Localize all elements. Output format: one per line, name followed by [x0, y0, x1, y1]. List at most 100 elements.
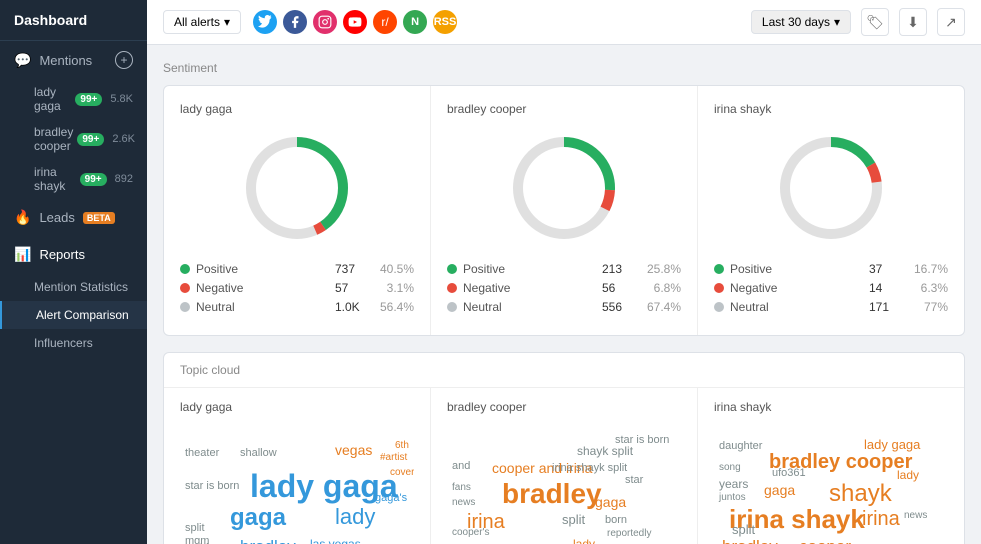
stat-row-negative: Negative 56 6.8% [447, 281, 681, 295]
stat-row-neutral: Neutral 1.0K 56.4% [180, 300, 414, 314]
positive-pct: 25.8% [643, 262, 681, 276]
reddit-filter-icon[interactable]: r/ [373, 10, 397, 34]
stat-row-neutral: Neutral 171 77% [714, 300, 948, 314]
word-gaga: gaga [595, 494, 626, 511]
facebook-filter-icon[interactable] [283, 10, 307, 34]
stat-row-negative: Negative 14 6.3% [714, 281, 948, 295]
word-theater: theater [185, 447, 219, 460]
sidebar-sub-influencers[interactable]: Influencers [0, 329, 147, 357]
word-bradley: bradley [722, 537, 778, 544]
sidebar-item-reports[interactable]: 📊 Reports [0, 236, 147, 273]
positive-pct: 16.7% [910, 262, 948, 276]
twitter-filter-icon[interactable] [253, 10, 277, 34]
word-split: split [185, 522, 205, 535]
word-juntos: juntos [719, 492, 746, 504]
chevron-down-icon: ▾ [224, 15, 230, 29]
word-cloud-bradley-cooper: bradley cooper irina cooper and irina ir… [447, 422, 681, 544]
word-star-is-born: star is born [185, 480, 239, 493]
topic-card-lady-gaga: lady gaga lady gaga gaga lady bradley co… [164, 388, 431, 544]
mention-name: bradley cooper [34, 125, 73, 153]
word-star-is-born: star is born [615, 434, 669, 447]
word-shayk: shayk [829, 480, 892, 509]
topic-card-irina-shayk: irina shayk irina shayk bradley cooper s… [698, 388, 964, 544]
add-mention-button[interactable]: + [115, 51, 133, 69]
word-bradley: bradley [240, 537, 296, 544]
word-gagas: gaga's [375, 492, 407, 505]
sidebar-sub-alert-comparison[interactable]: Alert Comparison [0, 301, 147, 329]
neutral-pct: 56.4% [376, 300, 414, 314]
negative-dot [714, 283, 724, 293]
negative-value: 57 [335, 281, 370, 295]
report-sub-items: Mention Statistics Alert Comparison Infl… [0, 273, 147, 357]
mention-name: irina shayk [34, 165, 76, 193]
donut-chart-irina-shayk [714, 128, 948, 248]
positive-dot [714, 264, 724, 274]
news-filter-icon[interactable]: N [403, 10, 427, 34]
tag-button[interactable]: 🏷 [861, 8, 889, 36]
neutral-label: Neutral [196, 300, 329, 314]
word-shallow: shallow [240, 447, 277, 460]
topic-card-name: irina shayk [714, 400, 948, 414]
word-irina: irina [862, 507, 900, 531]
positive-dot [180, 264, 190, 274]
word-bradley: bradley [502, 477, 602, 511]
sidebar-sub-mention-statistics[interactable]: Mention Statistics [0, 273, 147, 301]
neutral-value: 171 [869, 300, 904, 314]
neutral-pct: 77% [910, 300, 948, 314]
word-irina-shayk-split: irina shayk split [552, 462, 627, 475]
mention-count: 5.8K [110, 93, 133, 105]
mention-item-bradley-cooper[interactable]: bradley cooper 99+ 2.6K [0, 119, 147, 159]
instagram-filter-icon[interactable] [313, 10, 337, 34]
positive-pct: 40.5% [376, 262, 414, 276]
sidebar-logo[interactable]: Dashboard [0, 0, 147, 41]
word-years: years [719, 477, 748, 491]
word-lady: lady [573, 537, 595, 544]
mention-count: 2.6K [112, 133, 135, 145]
word-cover: cover [390, 467, 414, 479]
sentiment-stats-bradley-cooper: Positive 213 25.8% Negative 56 6.8% Neut… [447, 262, 681, 314]
word-ufo361: ufo361 [772, 467, 806, 480]
word-artist: #artist [380, 452, 407, 464]
negative-dot [447, 283, 457, 293]
stat-row-negative: Negative 57 3.1% [180, 281, 414, 295]
date-range-filter[interactable]: Last 30 days ▾ [751, 10, 851, 34]
sentiment-card-irina-shayk: irina shayk Po [698, 86, 964, 335]
donut-chart-bradley-cooper [447, 128, 681, 248]
content-area: Sentiment lady gaga [147, 45, 981, 544]
download-button[interactable]: ⬇ [899, 8, 927, 36]
positive-label: Positive [463, 262, 596, 276]
positive-dot [447, 264, 457, 274]
youtube-filter-icon[interactable] [343, 10, 367, 34]
stat-row-neutral: Neutral 556 67.4% [447, 300, 681, 314]
word-split: split [562, 512, 585, 528]
sidebar-item-leads[interactable]: 🔥 Leads BETA [0, 199, 147, 236]
leads-icon: 🔥 [14, 209, 31, 226]
neutral-dot [714, 302, 724, 312]
mention-item-lady-gaga[interactable]: lady gaga 99+ 5.8K [0, 79, 147, 119]
all-alerts-filter[interactable]: All alerts ▾ [163, 10, 241, 34]
word-lady-gaga: lady gaga [864, 437, 920, 453]
neutral-value: 1.0K [335, 300, 370, 314]
rss-filter-icon[interactable]: RSS [433, 10, 457, 34]
negative-label: Negative [730, 281, 863, 295]
social-icon-filters: r/ N RSS [253, 10, 457, 34]
word-gaga: gaga [230, 504, 286, 533]
word-lady: lady [897, 468, 919, 482]
word-cloud-irina-shayk: irina shayk bradley cooper shayk irina b… [714, 422, 948, 544]
sidebar-item-mentions[interactable]: 💬 Mentions + [0, 41, 147, 79]
word-coopers: cooper's [452, 527, 490, 539]
word-las-vegas: las vegas [310, 537, 361, 544]
negative-pct: 6.3% [910, 281, 948, 295]
sentiment-cards: lady gaga [163, 85, 965, 336]
share-button[interactable]: ↗ [937, 8, 965, 36]
negative-pct: 6.8% [643, 281, 681, 295]
sentiment-section-title: Sentiment [163, 61, 965, 75]
mention-name: lady gaga [34, 85, 71, 113]
beta-badge: BETA [83, 212, 115, 224]
mentions-label: Mentions [39, 53, 92, 68]
stat-row-positive: Positive 37 16.7% [714, 262, 948, 276]
sentiment-card-bradley-cooper: bradley cooper [431, 86, 698, 335]
mention-item-irina-shayk[interactable]: irina shayk 99+ 892 [0, 159, 147, 199]
sentiment-stats-irina-shayk: Positive 37 16.7% Negative 14 6.3% Neutr… [714, 262, 948, 314]
chevron-down-icon: ▾ [834, 15, 840, 29]
